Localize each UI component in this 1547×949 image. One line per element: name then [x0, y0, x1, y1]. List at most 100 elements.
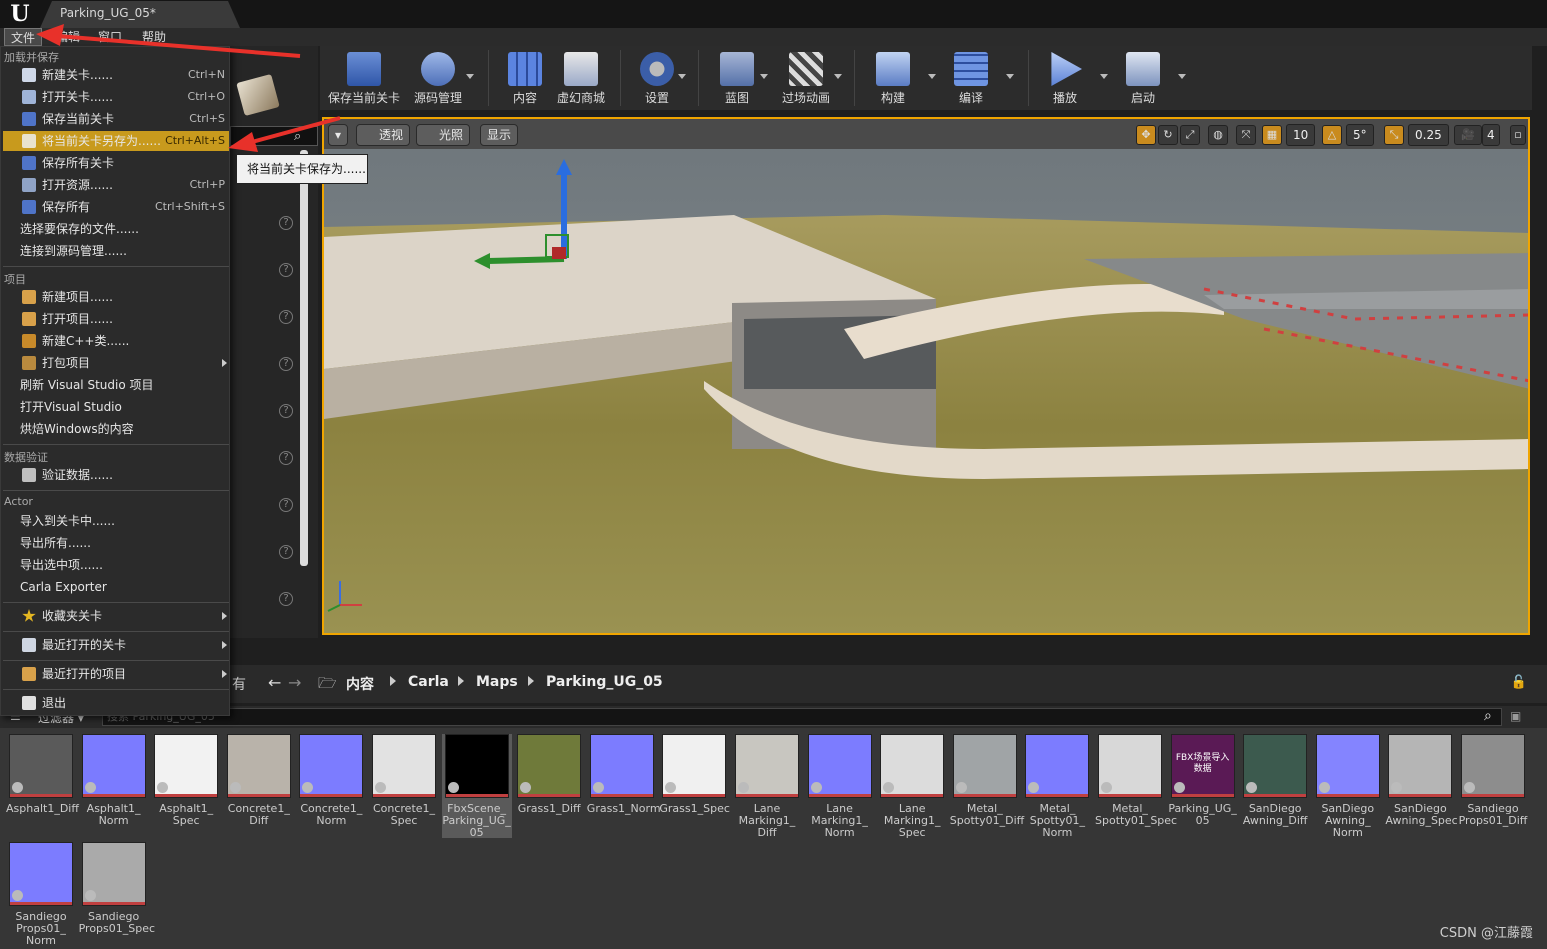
chevron-down-icon[interactable]: [1178, 74, 1186, 79]
show-button[interactable]: 显示: [480, 124, 519, 146]
asset-tile[interactable]: Concrete1_ Norm: [296, 734, 366, 827]
menu-new-cpp-class[interactable]: 新建C++类......: [3, 331, 229, 351]
translate-tool-icon[interactable]: ✥: [1136, 125, 1156, 145]
asset-tile[interactable]: Concrete1_ Spec: [369, 734, 439, 827]
breadcrumb-separator[interactable]: [458, 676, 464, 686]
scale-snap-value[interactable]: 0.25: [1408, 124, 1449, 146]
play-button[interactable]: 播放: [1040, 46, 1090, 110]
asset-tile[interactable]: Lane Marking1_ Spec: [877, 734, 947, 839]
help-icon[interactable]: ?: [279, 498, 293, 512]
chevron-down-icon[interactable]: [928, 74, 936, 79]
breadcrumb-content[interactable]: 内容: [346, 674, 374, 694]
asset-tile[interactable]: Grass1_Norm: [587, 734, 661, 815]
marketplace-button[interactable]: 虚幻商城: [554, 46, 608, 110]
menu-open-level[interactable]: 打开关卡...... Ctrl+O: [3, 87, 229, 107]
breadcrumb-parking[interactable]: Parking_UG_05: [546, 674, 663, 690]
menu-edit[interactable]: 编辑: [50, 28, 86, 46]
menu-carla-exporter[interactable]: Carla Exporter: [3, 577, 229, 597]
rotation-snap-value[interactable]: 5°: [1346, 124, 1374, 146]
asset-tile[interactable]: Lane Marking1_ Diff: [732, 734, 802, 839]
help-icon[interactable]: ?: [279, 357, 293, 371]
help-icon[interactable]: ?: [279, 310, 293, 324]
document-tab[interactable]: Parking_UG_05*: [40, 1, 240, 28]
chevron-down-icon[interactable]: [1100, 74, 1108, 79]
breadcrumb-separator[interactable]: [390, 676, 396, 686]
perspective-button[interactable]: 透视: [356, 124, 411, 146]
asset-tile[interactable]: Asphalt1_Diff: [6, 734, 79, 815]
menu-new-project[interactable]: 新建项目......: [3, 287, 229, 307]
help-icon[interactable]: ?: [279, 545, 293, 559]
chevron-down-icon[interactable]: [1006, 74, 1014, 79]
breadcrumb-separator[interactable]: [528, 676, 534, 686]
asset-tile[interactable]: Sandiego Props01_ Norm: [6, 842, 76, 947]
menu-file[interactable]: 文件: [4, 28, 43, 46]
menu-open-project[interactable]: 打开项目......: [3, 309, 229, 329]
menu-import-into-level[interactable]: 导入到关卡中......: [3, 511, 229, 531]
camera-speed-icon[interactable]: 🎥: [1454, 125, 1482, 145]
build-button[interactable]: 构建: [868, 46, 918, 110]
menu-open-visual-studio[interactable]: 打开Visual Studio: [3, 397, 229, 417]
asset-tile[interactable]: Metal_ Spotty01_Spec: [1095, 734, 1177, 827]
lit-button[interactable]: 光照: [416, 124, 471, 146]
forward-arrow-icon[interactable]: →: [288, 673, 301, 692]
menu-package-project[interactable]: 打包项目: [3, 353, 229, 373]
maximize-viewport-icon[interactable]: ▫: [1510, 125, 1526, 145]
breadcrumb-maps[interactable]: Maps: [476, 674, 518, 690]
menu-cook-windows[interactable]: 烘焙Windows的内容: [3, 419, 229, 439]
asset-tile[interactable]: Grass1_Spec: [659, 734, 730, 815]
asset-tile[interactable]: Sandiego Props01_Spec: [79, 842, 155, 935]
menu-refresh-visual-studio[interactable]: 刷新 Visual Studio 项目: [3, 375, 229, 395]
help-icon[interactable]: ?: [279, 404, 293, 418]
back-arrow-icon[interactable]: ←: [268, 673, 281, 692]
grid-snap-value[interactable]: 10: [1286, 124, 1316, 146]
chevron-down-icon[interactable]: [760, 74, 768, 79]
asset-tile[interactable]: Concrete1_ Diff: [224, 734, 294, 827]
rotate-tool-icon[interactable]: ↻: [1158, 125, 1178, 145]
surface-snap-icon[interactable]: ⤧: [1236, 125, 1256, 145]
menu-export-selected[interactable]: 导出选中项......: [3, 555, 229, 575]
asset-tile[interactable]: Asphalt1_ Spec: [151, 734, 221, 827]
compile-button[interactable]: 编译: [946, 46, 996, 110]
search-icon[interactable]: ⌕: [1484, 708, 1492, 724]
content-button[interactable]: 内容: [500, 46, 550, 110]
asset-tile[interactable]: Grass1_Diff: [514, 734, 584, 815]
rotation-snap-icon[interactable]: △: [1322, 125, 1342, 145]
menu-save-level[interactable]: 保存当前关卡 Ctrl+S: [3, 109, 229, 129]
menu-exit[interactable]: 退出: [3, 693, 229, 713]
asset-tile[interactable]: Metal_ Spotty01_Diff: [950, 734, 1024, 827]
camera-speed-value[interactable]: 4: [1482, 124, 1500, 146]
save-level-button[interactable]: 保存当前关卡: [326, 46, 402, 110]
menu-save-level-as[interactable]: 将当前关卡另存为...... Ctrl+Alt+S: [3, 131, 229, 151]
asset-tile[interactable]: SanDiego Awning_ Norm: [1313, 734, 1383, 839]
menu-save-all-levels[interactable]: 保存所有关卡: [3, 153, 229, 173]
menu-recent-projects[interactable]: 最近打开的项目: [3, 664, 229, 684]
asset-tile[interactable]: FbxScene_ Parking_UG_ 05: [441, 734, 512, 839]
menu-save-all[interactable]: 保存所有 Ctrl+Shift+S: [3, 197, 229, 217]
help-icon[interactable]: ?: [279, 592, 293, 606]
breadcrumb-carla[interactable]: Carla: [408, 674, 449, 690]
lock-icon[interactable]: 🔓: [1511, 675, 1527, 690]
help-icon[interactable]: ?: [279, 451, 293, 465]
cinematics-button[interactable]: 过场动画: [776, 46, 836, 110]
asset-tile[interactable]: Metal_ Spotty01_ Norm: [1022, 734, 1092, 839]
chevron-down-icon[interactable]: [834, 74, 842, 79]
menu-help[interactable]: 帮助: [136, 28, 172, 46]
settings-button[interactable]: 设置: [632, 46, 682, 110]
menu-export-all[interactable]: 导出所有......: [3, 533, 229, 553]
modes-search-input[interactable]: [230, 126, 318, 146]
asset-search-input[interactable]: 搜索 Parking_UG_05: [102, 708, 1502, 726]
menu-favorite-levels[interactable]: 收藏夹关卡: [3, 606, 229, 626]
save-search-icon[interactable]: ▣: [1510, 709, 1521, 723]
asset-tile[interactable]: Lane Marking1_ Norm: [805, 734, 875, 839]
world-local-icon[interactable]: ◍: [1208, 125, 1228, 145]
grid-snap-icon[interactable]: ▦: [1262, 125, 1282, 145]
launch-button[interactable]: 启动: [1118, 46, 1168, 110]
asset-tile[interactable]: FBX场景导入数据 Parking_UG_ 05: [1168, 734, 1238, 827]
menu-new-level[interactable]: 新建关卡...... Ctrl+N: [3, 65, 229, 85]
source-control-button[interactable]: 源码管理: [408, 46, 468, 110]
blueprint-button[interactable]: 蓝图: [712, 46, 762, 110]
menu-choose-files[interactable]: 选择要保存的文件......: [3, 219, 229, 239]
chevron-down-icon[interactable]: [678, 74, 686, 79]
help-icon[interactable]: ?: [279, 263, 293, 277]
viewport-options-dropdown[interactable]: ▾: [328, 124, 349, 146]
